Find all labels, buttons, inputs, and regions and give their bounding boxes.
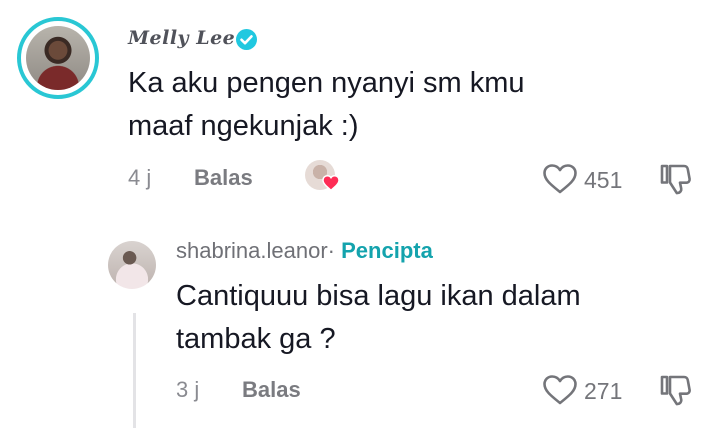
reply-timestamp: 3 j (176, 377, 200, 402)
like-count: 451 (584, 167, 623, 193)
replier-name[interactable]: shabrina.leanor (176, 238, 328, 263)
heart-outline-icon (543, 375, 577, 405)
replier-avatar[interactable] (108, 241, 156, 289)
commenter-name[interactable]: Melly Lee (128, 27, 235, 49)
verified-check-icon (236, 29, 257, 50)
creator-liked-icon (305, 160, 340, 191)
dislike-icon (660, 164, 691, 195)
like-button[interactable] (542, 163, 578, 195)
commenter-avatar[interactable] (17, 17, 99, 99)
reply-like-count: 271 (584, 378, 623, 404)
reply-like-button[interactable] (542, 374, 578, 406)
comment-text-line-2: maaf ngekunjak :) (128, 110, 359, 142)
creator-badge: Pencipta (341, 238, 433, 263)
name-separator: · (327, 238, 335, 263)
reply-header: shabrina.leanor· Pencipta (176, 238, 433, 264)
comment-timestamp: 4 j (128, 165, 152, 190)
dislike-button[interactable] (659, 163, 693, 197)
reply-text-line-2: tambak ga ? (176, 323, 336, 355)
dislike-icon (660, 375, 691, 406)
reply-text-line-1: Cantiquuu bisa lagu ikan dalam (176, 280, 581, 312)
heart-outline-icon (543, 164, 577, 194)
thread-line (133, 313, 136, 428)
comment-reply-button[interactable]: Balas (194, 165, 253, 191)
reply-dislike-button[interactable] (659, 374, 693, 408)
reply-reply-button[interactable]: Balas (242, 377, 301, 403)
comment-text-line-1: Ka aku pengen nyanyi sm kmu (128, 67, 525, 99)
